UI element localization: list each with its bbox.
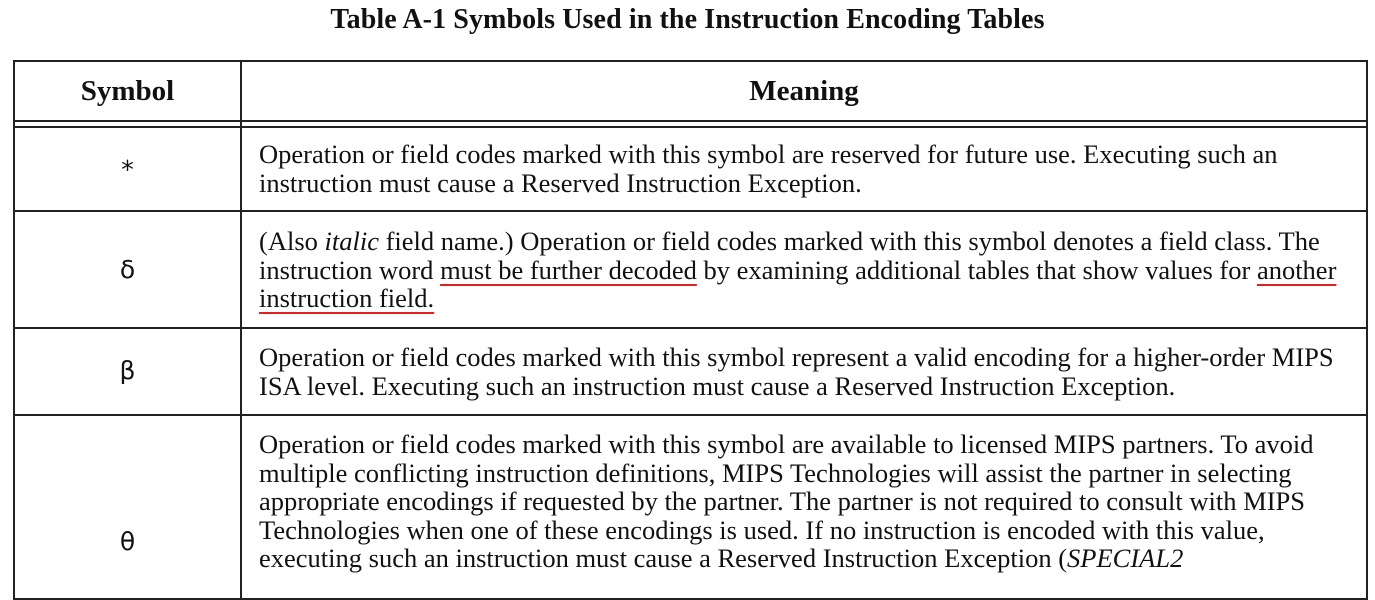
red-underline-highlight: must be further decoded bbox=[440, 254, 697, 285]
header-meaning: Meaning bbox=[749, 75, 859, 107]
table-title: Table A-1 Symbols Used in the Instructio… bbox=[330, 4, 1045, 35]
header-symbol: Symbol bbox=[80, 75, 175, 107]
meaning-asterisk: Operation or field codes marked with thi… bbox=[259, 139, 1278, 198]
symbol-theta: θ bbox=[119, 527, 136, 556]
row-divider bbox=[15, 210, 1366, 212]
header-rule-top bbox=[15, 120, 1366, 122]
meaning-theta: Operation or field codes marked with thi… bbox=[259, 429, 1314, 573]
symbol-asterisk: * bbox=[121, 155, 134, 184]
symbols-table: Symbol Meaning * Operation or field code… bbox=[13, 60, 1368, 600]
row-divider bbox=[15, 414, 1366, 416]
row-divider bbox=[15, 327, 1366, 329]
meaning-delta: (Also italic field name.) Operation or f… bbox=[259, 226, 1337, 313]
meaning-beta: Operation or field codes marked with thi… bbox=[259, 342, 1334, 401]
symbol-beta: β bbox=[119, 356, 136, 385]
column-divider bbox=[240, 62, 242, 598]
header-rule-bottom bbox=[15, 126, 1366, 128]
symbol-delta: δ bbox=[119, 255, 136, 284]
